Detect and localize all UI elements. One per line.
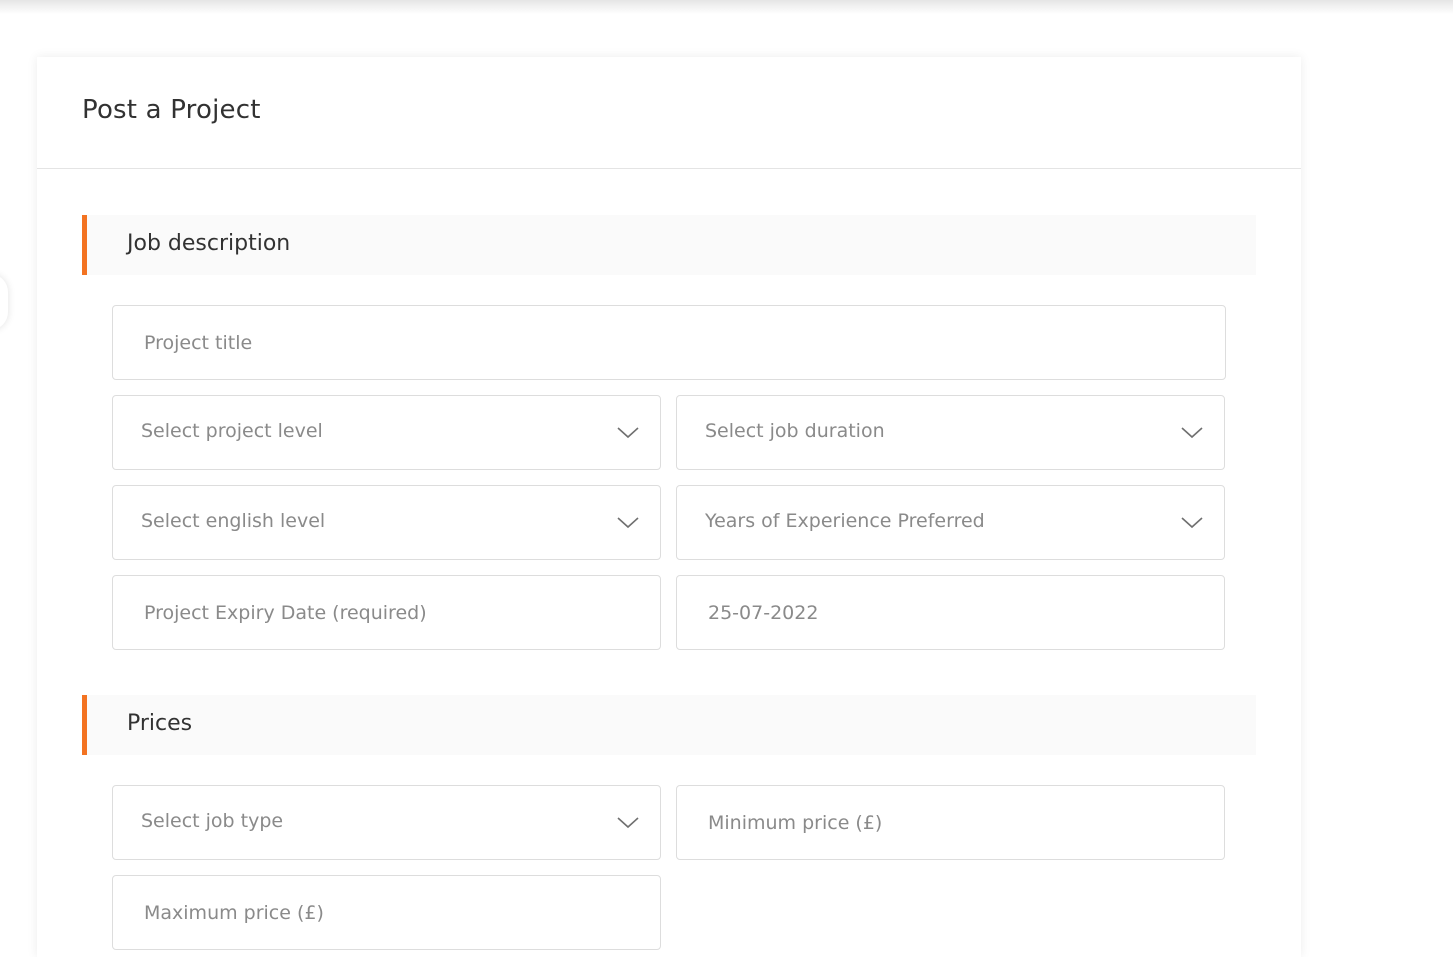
project-title-input[interactable] (113, 306, 1225, 379)
job-type-select[interactable]: Select job type (112, 785, 661, 860)
date-field[interactable] (676, 575, 1225, 650)
experience-value: Years of Experience Preferred (705, 510, 985, 532)
min-price-field[interactable] (676, 785, 1225, 860)
card-header: Post a Project (37, 57, 1301, 169)
chevron-down-icon (617, 817, 639, 829)
section-heading-job-description: Job description (82, 215, 1256, 275)
post-project-card: Post a Project Job description Select pr… (37, 57, 1301, 957)
expiry-date-input[interactable] (113, 576, 660, 649)
page-title: Post a Project (82, 95, 261, 125)
chevron-down-icon (617, 517, 639, 529)
experience-select[interactable]: Years of Experience Preferred (676, 485, 1225, 560)
section-heading-label: Prices (127, 711, 193, 736)
english-level-value: Select english level (141, 510, 326, 532)
section-heading-prices: Prices (82, 695, 1256, 755)
top-bar-shadow (0, 0, 1453, 14)
max-price-field[interactable] (112, 875, 661, 950)
english-level-select[interactable]: Select english level (112, 485, 661, 560)
job-type-value: Select job type (141, 810, 284, 832)
project-level-value: Select project level (141, 420, 323, 442)
chevron-down-icon (617, 427, 639, 439)
chevron-down-icon (1181, 427, 1203, 439)
job-duration-value: Select job duration (705, 420, 885, 442)
chevron-down-icon (1181, 517, 1203, 529)
expiry-date-field[interactable] (112, 575, 661, 650)
project-title-field[interactable] (112, 305, 1226, 380)
date-input[interactable] (677, 576, 1224, 649)
max-price-input[interactable] (113, 876, 660, 949)
project-level-select[interactable]: Select project level (112, 395, 661, 470)
section-heading-label: Job description (127, 231, 291, 256)
job-duration-select[interactable]: Select job duration (676, 395, 1225, 470)
side-tab[interactable] (0, 274, 8, 330)
min-price-input[interactable] (677, 786, 1224, 859)
